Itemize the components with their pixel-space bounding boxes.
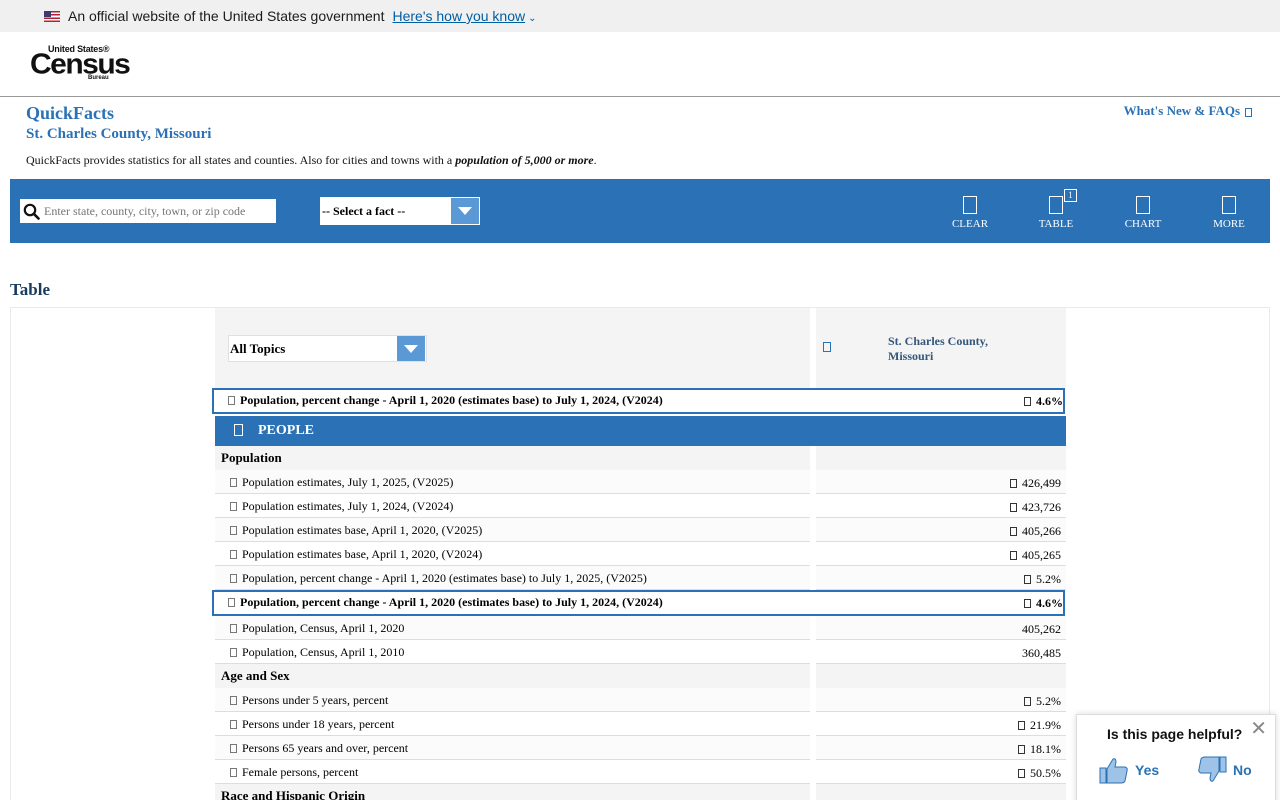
whats-new-faqs-link[interactable]: What's New & FAQs [1124, 103, 1252, 119]
column-title[interactable]: St. Charles County, Missouri [888, 334, 988, 364]
geography-subtitle: St. Charles County, Missouri [26, 126, 212, 142]
section-toggle-icon[interactable] [234, 424, 243, 436]
fact-info-icon[interactable] [230, 648, 237, 657]
value-note-icon[interactable] [1024, 397, 1031, 406]
table-row[interactable]: Persons 65 years and over, percent 18.1% [215, 736, 1066, 760]
more-icon [1222, 196, 1236, 214]
dropdown-arrow-icon [451, 198, 479, 224]
search-icon [23, 203, 40, 220]
highlighted-fact-row[interactable]: Population, percent change - April 1, 20… [212, 388, 1068, 414]
gov-banner: An official website of the United States… [0, 0, 1280, 32]
value-note-icon[interactable] [1024, 599, 1031, 608]
value-note-icon[interactable] [1010, 551, 1017, 560]
fact-info-icon[interactable] [230, 478, 237, 487]
heres-how-you-know-link[interactable]: Here's how you know ⌄ [392, 8, 536, 24]
chart-icon [1136, 196, 1150, 214]
fact-info-icon[interactable] [230, 696, 237, 705]
page-description: QuickFacts provides statistics for all s… [26, 153, 597, 167]
us-flag-icon [44, 10, 60, 22]
fact-info-icon[interactable] [228, 598, 235, 607]
feedback-no-button[interactable]: No [1197, 755, 1252, 785]
value-note-icon[interactable] [1024, 697, 1031, 706]
site-header: United States® Census Bureau [0, 32, 1280, 97]
thumbs-up-icon [1099, 758, 1128, 784]
table-header: All Topics St. Charles County, Missouri [215, 308, 1066, 388]
table-row[interactable]: Population estimates, July 1, 2024, (V20… [215, 494, 1066, 518]
category-age-sex: Age and Sex [215, 664, 1066, 688]
chevron-down-icon: ⌄ [528, 13, 537, 24]
value-note-icon[interactable] [1010, 527, 1017, 536]
table-row[interactable]: Population, percent change - April 1, 20… [215, 566, 1066, 590]
topics-dropdown[interactable]: All Topics [228, 335, 427, 362]
table-row[interactable]: Persons under 5 years, percent 5.2% [215, 688, 1066, 712]
search-input[interactable] [44, 203, 272, 219]
census-logo[interactable]: United States® Census Bureau [30, 44, 131, 84]
fact-info-icon[interactable] [230, 744, 237, 753]
clear-button[interactable]: CLEAR [940, 196, 1000, 230]
table-row[interactable]: Population estimates, July 1, 2025, (V20… [215, 470, 1066, 494]
fact-info-icon[interactable] [230, 526, 237, 535]
table-button[interactable]: 1 TABLE [1026, 189, 1086, 230]
fact-info-icon[interactable] [230, 502, 237, 511]
value-note-icon[interactable] [1018, 769, 1025, 778]
feedback-widget: ✕ Is this page helpful? Yes No [1076, 714, 1276, 800]
highlighted-fact-row[interactable]: Population, percent change - April 1, 20… [212, 590, 1068, 616]
section-people[interactable]: PEOPLE [215, 416, 1066, 446]
close-icon[interactable]: ✕ [1250, 719, 1267, 739]
table-heading: Table [10, 280, 51, 299]
value-note-icon[interactable] [1010, 503, 1017, 512]
table-row[interactable]: Population estimates base, April 1, 2020… [215, 518, 1066, 542]
select-fact-dropdown[interactable]: -- Select a fact -- [320, 197, 480, 225]
category-population: Population [215, 446, 1066, 470]
page-title[interactable]: QuickFacts [26, 103, 114, 124]
table-row[interactable]: Population, Census, April 1, 2020 405,26… [215, 616, 1066, 640]
feedback-yes-button[interactable]: Yes [1099, 755, 1159, 785]
more-button[interactable]: MORE [1199, 196, 1259, 230]
table-row[interactable]: Female persons, percent 50.5% [215, 760, 1066, 784]
table-row[interactable]: Population estimates base, April 1, 2020… [215, 542, 1066, 566]
fact-info-icon[interactable] [230, 768, 237, 777]
column-info-icon[interactable] [823, 342, 831, 352]
value-note-icon[interactable] [1018, 721, 1025, 730]
dropdown-arrow-icon [397, 336, 425, 361]
thumbs-down-icon [1198, 756, 1227, 782]
gov-banner-text: An official website of the United States… [68, 8, 385, 24]
table-row[interactable]: Persons under 18 years, percent 21.9% [215, 712, 1066, 736]
search-box [20, 199, 276, 223]
category-race: Race and Hispanic Origin [215, 784, 1066, 800]
value-note-icon[interactable] [1018, 745, 1025, 754]
table-row[interactable]: Population, Census, April 1, 2010 360,48… [215, 640, 1066, 664]
fact-info-icon[interactable] [228, 396, 235, 405]
fact-info-icon[interactable] [230, 624, 237, 633]
external-link-icon [1245, 107, 1252, 117]
table-count-badge: 1 [1064, 189, 1077, 202]
feedback-question: Is this page helpful? [1107, 726, 1243, 742]
fact-info-icon[interactable] [230, 574, 237, 583]
table-icon [1049, 196, 1063, 214]
fact-info-icon[interactable] [230, 720, 237, 729]
fact-info-icon[interactable] [230, 550, 237, 559]
value-note-icon[interactable] [1024, 575, 1031, 584]
chart-button[interactable]: CHART [1113, 196, 1173, 230]
value-note-icon[interactable] [1010, 479, 1017, 488]
clear-icon [963, 196, 977, 214]
quickfacts-toolbar: -- Select a fact -- CLEAR 1 TABLE CHART … [10, 179, 1270, 243]
data-table: All Topics St. Charles County, Missouri … [212, 308, 1068, 800]
